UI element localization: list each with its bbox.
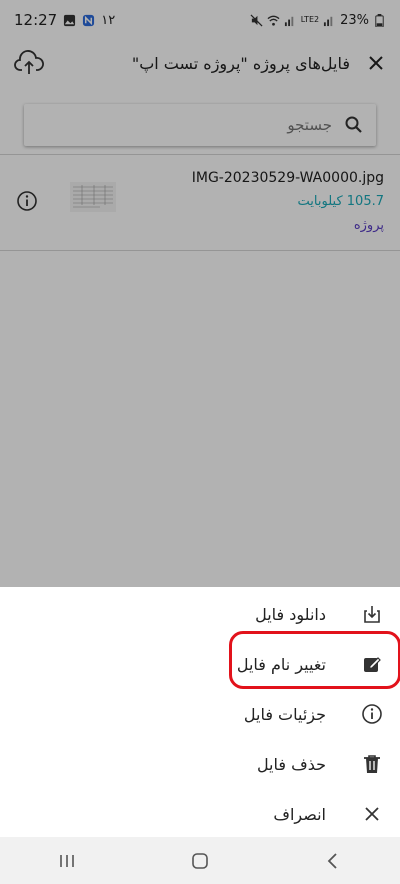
home-button[interactable] [180, 846, 220, 876]
download-icon [360, 602, 384, 626]
close-icon [360, 802, 384, 826]
item-label: انصراف [273, 804, 326, 824]
back-icon [328, 852, 337, 869]
recent-apps-button[interactable] [47, 846, 87, 876]
back-button[interactable] [313, 846, 353, 876]
screen: 12:27 ۱۲ LTE2 23% فایل‌های پروژه "پروژه … [0, 0, 400, 884]
home-icon [192, 852, 208, 869]
trash-icon [360, 752, 384, 776]
cancel-item[interactable]: انصراف [0, 789, 400, 839]
item-label: حذف فایل [256, 754, 326, 774]
info-icon [360, 702, 384, 726]
delete-file-item[interactable]: حذف فایل [0, 739, 400, 789]
bottom-sheet: دانلود فایل تغییر نام فایل جزئیات فایل ح… [0, 587, 400, 837]
file-details-item[interactable]: جزئیات فایل [0, 689, 400, 739]
item-label: جزئیات فایل [243, 704, 326, 724]
item-label: دانلود فایل [255, 604, 326, 624]
scrim-overlay[interactable] [0, 0, 400, 587]
system-nav-bar [0, 837, 400, 884]
recents-icon [59, 854, 74, 867]
highlight-annotation [229, 631, 400, 689]
